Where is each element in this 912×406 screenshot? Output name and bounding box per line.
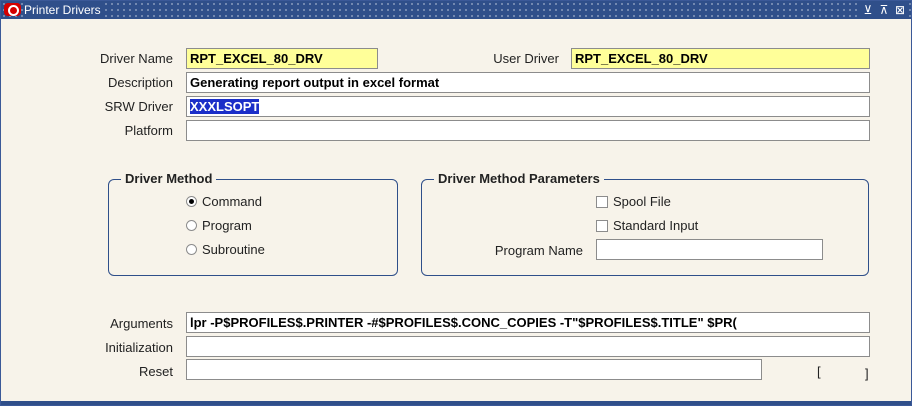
description-label: Description <box>107 75 173 90</box>
driver-name-label: Driver Name <box>100 51 173 66</box>
platform-field[interactable] <box>186 120 870 141</box>
reset-field[interactable] <box>186 359 762 380</box>
program-name-label: Program Name <box>494 243 583 258</box>
printer-drivers-window: Printer Drivers ⊻ ⊼ ⊠ Driver Name RPT_EX… <box>0 0 912 406</box>
checkbox-icon <box>596 195 608 208</box>
radio-selected-icon <box>186 196 197 208</box>
srw-driver-field[interactable]: XXXLSOPT <box>186 96 870 117</box>
standard-input-label: Standard Input <box>613 218 699 233</box>
standard-input-checkbox[interactable]: Standard Input <box>596 218 698 234</box>
radio-command[interactable]: Command <box>186 194 262 210</box>
window-title: Printer Drivers <box>24 3 104 17</box>
spool-file-checkbox[interactable]: Spool File <box>596 194 671 210</box>
radio-unselected-icon <box>186 220 197 232</box>
initialization-field[interactable] <box>186 336 870 357</box>
driver-method-title: Driver Method <box>121 171 217 187</box>
arguments-label: Arguments <box>110 316 173 331</box>
oracle-logo-icon <box>4 3 21 16</box>
radio-subroutine-label: Subroutine <box>202 242 265 257</box>
driver-name-field[interactable]: RPT_EXCEL_80_DRV <box>186 48 378 69</box>
window-controls: ⊻ ⊼ ⊠ <box>861 2 907 18</box>
window-bottom-border <box>1 401 911 405</box>
radio-program-label: Program <box>202 218 252 233</box>
program-name-field[interactable] <box>596 239 823 260</box>
checkbox-icon <box>596 219 608 232</box>
bracket-close: ] <box>865 366 869 381</box>
user-driver-label: User Driver <box>493 51 559 66</box>
spool-file-label: Spool File <box>613 194 671 209</box>
bracket-open: [ <box>817 364 821 379</box>
description-field[interactable]: Generating report output in excel format <box>186 72 870 93</box>
radio-subroutine[interactable]: Subroutine <box>186 242 265 258</box>
srw-driver-label: SRW Driver <box>104 99 173 114</box>
arguments-field[interactable]: lpr -P$PROFILES$.PRINTER -#$PROFILES$.CO… <box>186 312 870 333</box>
initialization-label: Initialization <box>105 340 173 355</box>
radio-unselected-icon <box>186 244 197 256</box>
title-bar[interactable]: Printer Drivers ⊻ ⊼ ⊠ <box>1 1 911 19</box>
close-icon[interactable]: ⊠ <box>895 2 905 18</box>
platform-label: Platform <box>124 123 173 138</box>
srw-driver-selected-text: XXXLSOPT <box>190 99 260 114</box>
radio-command-label: Command <box>202 194 262 209</box>
driver-method-parameters-title: Driver Method Parameters <box>434 171 604 187</box>
reset-label: Reset <box>139 364 173 379</box>
user-driver-field[interactable]: RPT_EXCEL_80_DRV <box>571 48 870 69</box>
radio-program[interactable]: Program <box>186 218 252 234</box>
maximize-icon[interactable]: ⊼ <box>879 2 889 18</box>
minimize-icon[interactable]: ⊻ <box>863 2 873 18</box>
